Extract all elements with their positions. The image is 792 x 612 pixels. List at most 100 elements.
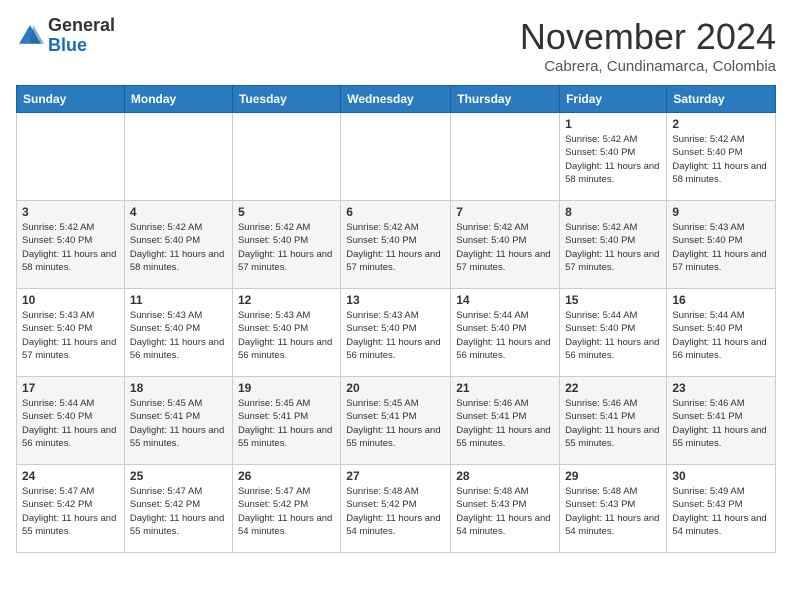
day-info: Sunrise: 5:43 AM Sunset: 5:40 PM Dayligh… xyxy=(130,309,227,362)
weekday-header-sunday: Sunday xyxy=(17,86,125,113)
day-info: Sunrise: 5:44 AM Sunset: 5:40 PM Dayligh… xyxy=(456,309,554,362)
day-number: 14 xyxy=(456,293,554,307)
weekday-header-tuesday: Tuesday xyxy=(232,86,340,113)
day-cell: 17 Sunrise: 5:44 AM Sunset: 5:40 PM Dayli… xyxy=(17,377,125,465)
day-number: 18 xyxy=(130,381,227,395)
day-cell: 20Sunrise: 5:45 AM Sunset: 5:41 PM Dayli… xyxy=(341,377,451,465)
day-info: Sunrise: 5:44 AM Sunset: 5:40 PM Dayligh… xyxy=(565,309,661,362)
month-title: November 2024 xyxy=(520,16,776,58)
week-row-1: 1 Sunrise: 5:42 AM Sunset: 5:40 PM Daylig… xyxy=(17,113,776,201)
day-cell: 27 Sunrise: 5:48 AM Sunset: 5:42 PM Dayli… xyxy=(341,465,451,553)
day-number: 6 xyxy=(346,205,445,219)
weekday-header-saturday: Saturday xyxy=(667,86,776,113)
day-info: Sunrise: 5:46 AM Sunset: 5:41 PM Dayligh… xyxy=(456,397,554,450)
day-cell: 23 Sunrise: 5:46 AM Sunset: 5:41 PM Dayli… xyxy=(667,377,776,465)
day-info: Sunrise: 5:48 AM Sunset: 5:43 PM Dayligh… xyxy=(565,485,661,538)
day-info: Sunrise: 5:46 AM Sunset: 5:41 PM Dayligh… xyxy=(672,397,770,450)
day-number: 7 xyxy=(456,205,554,219)
day-info: Sunrise: 5:43 AM Sunset: 5:40 PM Dayligh… xyxy=(672,221,770,274)
day-number: 26 xyxy=(238,469,335,483)
day-number: 30 xyxy=(672,469,770,483)
day-number: 1 xyxy=(565,117,661,131)
week-row-3: 10 Sunrise: 5:43 AM Sunset: 5:40 PM Dayli… xyxy=(17,289,776,377)
day-info: Sunrise: 5:48 AM Sunset: 5:43 PM Dayligh… xyxy=(456,485,554,538)
day-cell xyxy=(124,113,232,201)
weekday-header-monday: Monday xyxy=(124,86,232,113)
weekday-header-wednesday: Wednesday xyxy=(341,86,451,113)
day-number: 15 xyxy=(565,293,661,307)
day-number: 8 xyxy=(565,205,661,219)
day-cell: 29Sunrise: 5:48 AM Sunset: 5:43 PM Dayli… xyxy=(560,465,667,553)
day-cell: 14 Sunrise: 5:44 AM Sunset: 5:40 PM Dayli… xyxy=(451,289,560,377)
day-info: Sunrise: 5:42 AM Sunset: 5:40 PM Dayligh… xyxy=(22,221,119,274)
day-info: Sunrise: 5:42 AM Sunset: 5:40 PM Dayligh… xyxy=(565,221,661,274)
day-number: 23 xyxy=(672,381,770,395)
day-info: Sunrise: 5:44 AM Sunset: 5:40 PM Dayligh… xyxy=(672,309,770,362)
page-header: General Blue November 2024 Cabrera, Cund… xyxy=(16,16,776,75)
day-cell: 3 Sunrise: 5:42 AM Sunset: 5:40 PM Daylig… xyxy=(17,201,125,289)
week-row-2: 3 Sunrise: 5:42 AM Sunset: 5:40 PM Daylig… xyxy=(17,201,776,289)
day-number: 3 xyxy=(22,205,119,219)
day-cell xyxy=(451,113,560,201)
day-info: Sunrise: 5:44 AM Sunset: 5:40 PM Dayligh… xyxy=(22,397,119,450)
calendar-table: SundayMondayTuesdayWednesdayThursdayFrid… xyxy=(16,85,776,553)
day-number: 22 xyxy=(565,381,661,395)
day-info: Sunrise: 5:45 AM Sunset: 5:41 PM Dayligh… xyxy=(130,397,227,450)
day-info: Sunrise: 5:49 AM Sunset: 5:43 PM Dayligh… xyxy=(672,485,770,538)
day-cell xyxy=(341,113,451,201)
weekday-header-thursday: Thursday xyxy=(451,86,560,113)
day-cell: 1 Sunrise: 5:42 AM Sunset: 5:40 PM Daylig… xyxy=(560,113,667,201)
day-info: Sunrise: 5:42 AM Sunset: 5:40 PM Dayligh… xyxy=(565,133,661,186)
day-cell: 26Sunrise: 5:47 AM Sunset: 5:42 PM Dayli… xyxy=(232,465,340,553)
day-number: 27 xyxy=(346,469,445,483)
day-number: 4 xyxy=(130,205,227,219)
day-cell: 2 Sunrise: 5:42 AM Sunset: 5:40 PM Daylig… xyxy=(667,113,776,201)
day-cell: 12 Sunrise: 5:43 AM Sunset: 5:40 PM Dayli… xyxy=(232,289,340,377)
day-cell: 18 Sunrise: 5:45 AM Sunset: 5:41 PM Dayli… xyxy=(124,377,232,465)
day-info: Sunrise: 5:43 AM Sunset: 5:40 PM Dayligh… xyxy=(238,309,335,362)
day-number: 24 xyxy=(22,469,119,483)
day-number: 25 xyxy=(130,469,227,483)
day-cell: 24 Sunrise: 5:47 AM Sunset: 5:42 PM Dayli… xyxy=(17,465,125,553)
day-number: 10 xyxy=(22,293,119,307)
day-info: Sunrise: 5:42 AM Sunset: 5:40 PM Dayligh… xyxy=(238,221,335,274)
day-info: Sunrise: 5:42 AM Sunset: 5:40 PM Dayligh… xyxy=(130,221,227,274)
week-row-5: 24 Sunrise: 5:47 AM Sunset: 5:42 PM Dayli… xyxy=(17,465,776,553)
day-info: Sunrise: 5:45 AM Sunset: 5:41 PM Dayligh… xyxy=(238,397,335,450)
day-info: Sunrise: 5:47 AM Sunset: 5:42 PM Dayligh… xyxy=(22,485,119,538)
day-cell: 16Sunrise: 5:44 AM Sunset: 5:40 PM Dayli… xyxy=(667,289,776,377)
day-cell: 28 Sunrise: 5:48 AM Sunset: 5:43 PM Dayli… xyxy=(451,465,560,553)
day-cell: 30 Sunrise: 5:49 AM Sunset: 5:43 PM Dayli… xyxy=(667,465,776,553)
day-info: Sunrise: 5:43 AM Sunset: 5:40 PM Dayligh… xyxy=(22,309,119,362)
day-cell: 9 Sunrise: 5:43 AM Sunset: 5:40 PM Daylig… xyxy=(667,201,776,289)
day-cell: 21Sunrise: 5:46 AM Sunset: 5:41 PM Dayli… xyxy=(451,377,560,465)
day-cell xyxy=(232,113,340,201)
day-cell: 15 Sunrise: 5:44 AM Sunset: 5:40 PM Dayli… xyxy=(560,289,667,377)
day-cell: 6 Sunrise: 5:42 AM Sunset: 5:40 PM Daylig… xyxy=(341,201,451,289)
day-info: Sunrise: 5:42 AM Sunset: 5:40 PM Dayligh… xyxy=(672,133,770,186)
day-info: Sunrise: 5:42 AM Sunset: 5:40 PM Dayligh… xyxy=(346,221,445,274)
logo-text: General Blue xyxy=(48,16,115,56)
day-cell: 22Sunrise: 5:46 AM Sunset: 5:41 PM Dayli… xyxy=(560,377,667,465)
day-number: 20 xyxy=(346,381,445,395)
day-cell: 5Sunrise: 5:42 AM Sunset: 5:40 PM Daylig… xyxy=(232,201,340,289)
weekday-header-row: SundayMondayTuesdayWednesdayThursdayFrid… xyxy=(17,86,776,113)
day-cell: 7 Sunrise: 5:42 AM Sunset: 5:40 PM Daylig… xyxy=(451,201,560,289)
day-cell xyxy=(17,113,125,201)
day-cell: 8 Sunrise: 5:42 AM Sunset: 5:40 PM Daylig… xyxy=(560,201,667,289)
day-number: 11 xyxy=(130,293,227,307)
day-cell: 10 Sunrise: 5:43 AM Sunset: 5:40 PM Dayli… xyxy=(17,289,125,377)
week-row-4: 17 Sunrise: 5:44 AM Sunset: 5:40 PM Dayli… xyxy=(17,377,776,465)
day-info: Sunrise: 5:43 AM Sunset: 5:40 PM Dayligh… xyxy=(346,309,445,362)
day-number: 9 xyxy=(672,205,770,219)
day-cell: 11 Sunrise: 5:43 AM Sunset: 5:40 PM Dayli… xyxy=(124,289,232,377)
day-cell: 13Sunrise: 5:43 AM Sunset: 5:40 PM Dayli… xyxy=(341,289,451,377)
day-number: 17 xyxy=(22,381,119,395)
day-cell: 25Sunrise: 5:47 AM Sunset: 5:42 PM Dayli… xyxy=(124,465,232,553)
day-info: Sunrise: 5:42 AM Sunset: 5:40 PM Dayligh… xyxy=(456,221,554,274)
day-number: 12 xyxy=(238,293,335,307)
day-info: Sunrise: 5:48 AM Sunset: 5:42 PM Dayligh… xyxy=(346,485,445,538)
title-block: November 2024 Cabrera, Cundinamarca, Col… xyxy=(520,16,776,75)
day-number: 2 xyxy=(672,117,770,131)
day-number: 28 xyxy=(456,469,554,483)
